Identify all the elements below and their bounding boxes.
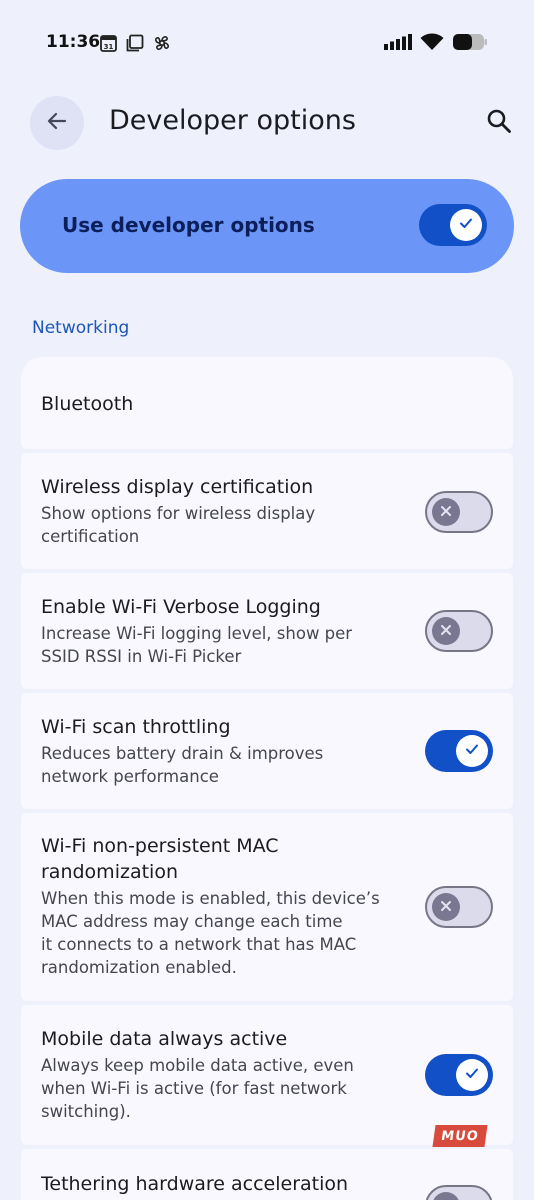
- setting-title: Mobile data always active: [41, 1028, 288, 1050]
- wifi-icon: [420, 33, 444, 55]
- summary-line: Increase Wi-Fi logging level, show per: [41, 624, 353, 643]
- setting-summary: Always keep mobile data active, even whe…: [41, 1054, 401, 1123]
- switch-thumb: [456, 735, 488, 767]
- setting-summary: Increase Wi-Fi logging level, show per S…: [41, 622, 401, 668]
- back-button[interactable]: [30, 96, 84, 150]
- setting-title: Wi-Fi non-persistent MAC randomization: [41, 833, 279, 885]
- wifi-mac-randomization-switch[interactable]: [425, 886, 493, 928]
- setting-wifi-verbose-logging[interactable]: Enable Wi-Fi Verbose Logging Increase Wi…: [21, 573, 513, 689]
- setting-wifi-scan-throttling[interactable]: Wi-Fi scan throttling Reduces battery dr…: [21, 693, 513, 809]
- status-icons-left: 31: [100, 34, 171, 56]
- title-line: Wi-Fi non-persistent MAC: [41, 835, 279, 857]
- setting-title: Wi-Fi scan throttling: [41, 716, 231, 738]
- search-button[interactable]: [482, 106, 516, 140]
- close-icon: [439, 622, 453, 641]
- summary-line: randomization enabled.: [41, 958, 237, 977]
- summary-line: When this mode is enabled, this device’s: [41, 889, 380, 908]
- wifi-verbose-logging-switch[interactable]: [425, 610, 493, 652]
- calendar-day: 31: [104, 43, 114, 51]
- calendar-icon: 31: [100, 34, 117, 56]
- summary-line: it connects to a network that has MAC: [41, 935, 357, 954]
- wifi-scan-throttling-switch[interactable]: [425, 730, 493, 772]
- mobile-data-always-active-switch[interactable]: [425, 1054, 493, 1096]
- switch-thumb: [456, 1059, 488, 1091]
- switch-thumb: [432, 1192, 460, 1200]
- setting-wireless-display-certification[interactable]: Wireless display certification Show opti…: [21, 453, 513, 569]
- pinwheel-icon: [153, 34, 171, 56]
- setting-title: Bluetooth: [41, 393, 134, 415]
- setting-summary: Show options for wireless display certif…: [41, 502, 401, 548]
- battery-icon: [452, 33, 488, 55]
- title-line: randomization: [41, 861, 178, 883]
- close-icon: [439, 898, 453, 917]
- summary-line: SSID RSSI in Wi-Fi Picker: [41, 647, 242, 666]
- summary-line: network performance: [41, 767, 219, 786]
- check-icon: [464, 741, 480, 761]
- setting-title: Tethering hardware acceleration: [41, 1173, 349, 1195]
- setting-title: Enable Wi-Fi Verbose Logging: [41, 596, 321, 618]
- switch-thumb: [450, 209, 482, 241]
- setting-mobile-data-always-active[interactable]: Mobile data always active Always keep mo…: [21, 1005, 513, 1145]
- summary-line: switching).: [41, 1102, 131, 1121]
- use-developer-options-card[interactable]: Use developer options: [20, 179, 514, 273]
- switch-thumb: [432, 893, 460, 921]
- summary-line: Always keep mobile data active, even: [41, 1056, 354, 1075]
- page-title: Developer options: [109, 105, 356, 136]
- status-time: 11:36: [46, 32, 101, 52]
- use-developer-options-label: Use developer options: [62, 213, 315, 237]
- arrow-back-icon: [45, 109, 69, 137]
- setting-wifi-mac-randomization[interactable]: Wi-Fi non-persistent MAC randomization W…: [21, 813, 513, 1001]
- setting-title: Wireless display certification: [41, 476, 314, 498]
- tethering-hardware-acceleration-switch[interactable]: [425, 1185, 493, 1200]
- setting-summary: When this mode is enabled, this device’s…: [41, 887, 401, 979]
- wireless-display-certification-switch[interactable]: [425, 491, 493, 533]
- summary-line: certification: [41, 527, 140, 546]
- status-icons-right: [384, 33, 488, 55]
- check-icon: [464, 1065, 480, 1085]
- use-developer-options-switch[interactable]: [419, 204, 487, 246]
- summary-line: Show options for wireless display: [41, 504, 316, 523]
- summary-line: Reduces battery drain & improves: [41, 744, 324, 763]
- screenshot-icon: [126, 34, 144, 56]
- setting-bluetooth[interactable]: Bluetooth: [21, 357, 513, 449]
- switch-thumb: [432, 617, 460, 645]
- signal-icon: [384, 34, 412, 54]
- switch-thumb: [432, 498, 460, 526]
- search-icon: [486, 108, 512, 138]
- setting-summary: Reduces battery drain & improves network…: [41, 742, 401, 788]
- summary-line: when Wi-Fi is active (for fast network: [41, 1079, 347, 1098]
- setting-tethering-hardware-acceleration[interactable]: Tethering hardware acceleration: [21, 1149, 513, 1200]
- app-bar: Developer options: [0, 88, 534, 158]
- muo-watermark: MUO: [432, 1125, 488, 1147]
- section-header-networking: Networking: [32, 318, 130, 338]
- close-icon: [439, 503, 453, 522]
- check-icon: [458, 215, 474, 235]
- status-bar: 11:36 31: [0, 0, 534, 88]
- summary-line: MAC address may change each time: [41, 912, 343, 931]
